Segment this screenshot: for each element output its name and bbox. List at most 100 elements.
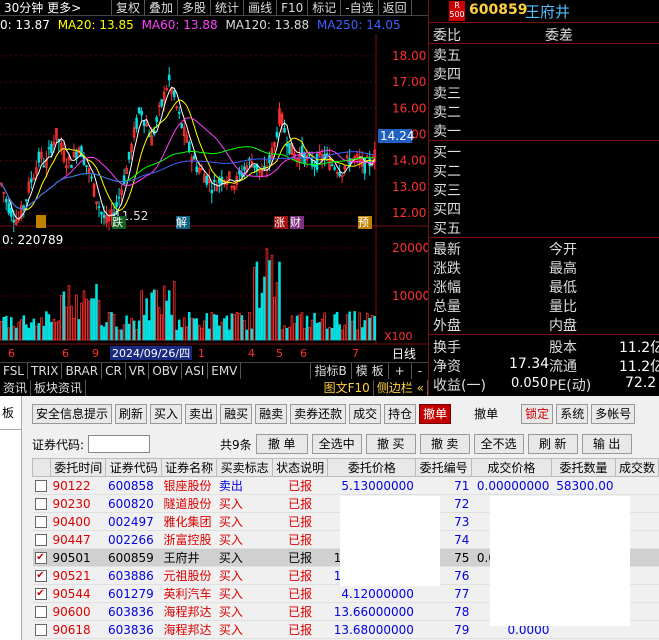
- row-checkbox[interactable]: ✔: [34, 552, 47, 564]
- toolbar-overlay[interactable]: 叠加: [145, 0, 179, 15]
- margin-buy-button[interactable]: 融买: [220, 404, 253, 424]
- tab-f10[interactable]: 图文F10: [321, 380, 374, 396]
- volume-bar: [205, 313, 209, 341]
- security-code-input[interactable]: [88, 435, 151, 453]
- checkbox[interactable]: [32, 512, 51, 531]
- header-name[interactable]: 证券名称: [160, 458, 218, 477]
- cancel-order-tab[interactable]: 撤单: [419, 404, 452, 424]
- volume-bar: [225, 315, 229, 341]
- kline-chart[interactable]: 18.0017.0016.0015.0014.0013.0012.00 14.2…: [0, 34, 428, 374]
- row-checkbox[interactable]: [34, 534, 47, 546]
- header-check[interactable]: [32, 458, 51, 477]
- checkbox[interactable]: [32, 530, 51, 549]
- event-marker-1[interactable]: [36, 215, 46, 228]
- indicator-brar[interactable]: BRAR: [62, 363, 103, 379]
- quote-low-label: 最低: [549, 280, 577, 296]
- zoom-in-button[interactable]: +: [387, 363, 411, 379]
- cell-price: 5.13000000: [327, 476, 416, 495]
- multi-account-button[interactable]: 多帐号: [591, 404, 636, 424]
- toolbar-adjust[interactable]: 复权: [112, 0, 146, 15]
- toolbar-draw[interactable]: 画线: [244, 0, 278, 15]
- header-deal-qty[interactable]: 成交数: [615, 458, 659, 477]
- header-code[interactable]: 证券代码: [105, 458, 162, 477]
- candle-body: [205, 175, 209, 185]
- indicator-obv[interactable]: OBV: [149, 363, 182, 379]
- toolbar-multi[interactable]: 多股: [178, 0, 212, 15]
- row-checkbox[interactable]: [34, 498, 47, 510]
- row-checkbox[interactable]: [34, 516, 47, 528]
- checkbox[interactable]: ✔: [32, 566, 51, 585]
- event-marker-die[interactable]: 跌: [112, 215, 123, 229]
- template-button[interactable]: 模 板: [350, 363, 388, 379]
- candle-body: [100, 212, 103, 215]
- checkbox[interactable]: [32, 620, 51, 639]
- row-checkbox[interactable]: ✔: [34, 570, 47, 582]
- row-checkbox[interactable]: [34, 480, 47, 492]
- table-row[interactable]: 90122 600858 银座股份 卖出 已报 5.13000000 71 0.0000000…: [32, 476, 659, 495]
- deselect-all-button[interactable]: 全不选: [473, 434, 524, 454]
- checkbox[interactable]: ✔: [32, 584, 51, 603]
- volume-bar: [285, 327, 289, 341]
- header-price[interactable]: 委托价格: [327, 458, 417, 477]
- row-checkbox[interactable]: ✔: [34, 588, 47, 600]
- toolbar-stats[interactable]: 统计: [211, 0, 245, 15]
- header-deal-price[interactable]: 成交价格: [470, 458, 552, 477]
- indicator-b-button[interactable]: 指标B: [309, 363, 351, 379]
- left-tab[interactable]: 板: [0, 396, 21, 430]
- volume-axis-10000: 10000: [392, 289, 428, 303]
- indicator-cr[interactable]: CR: [102, 363, 126, 379]
- header-order-id[interactable]: 委托编号: [415, 458, 472, 477]
- volume-bar: [112, 314, 116, 341]
- tab-sector-news[interactable]: 板块资讯: [31, 380, 87, 396]
- event-marker-jie[interactable]: 解: [176, 215, 187, 229]
- zoom-out-button[interactable]: -: [410, 363, 428, 379]
- event-marker-cai[interactable]: 财: [290, 215, 301, 229]
- period-selector[interactable]: 30分钟 更多>: [0, 0, 112, 15]
- checkbox[interactable]: ✔: [32, 548, 51, 567]
- checkbox[interactable]: [32, 602, 51, 621]
- cancel-sells-button[interactable]: 撤 卖: [419, 434, 470, 454]
- indicator-vr[interactable]: VR: [126, 363, 150, 379]
- buy-button[interactable]: 买入: [150, 404, 183, 424]
- indicator-fsl[interactable]: FSL: [0, 363, 28, 379]
- trades-button[interactable]: 成交: [349, 404, 382, 424]
- indicator-emv[interactable]: EMV: [208, 363, 242, 379]
- row-checkbox[interactable]: [34, 606, 47, 618]
- header-time[interactable]: 委托时间: [49, 458, 107, 477]
- volume-bar: [265, 248, 269, 341]
- row-checkbox[interactable]: [34, 624, 47, 636]
- sell-repay-button[interactable]: 卖券还款: [290, 404, 347, 424]
- toolbar-mark[interactable]: 标记: [308, 0, 342, 15]
- security-info-button[interactable]: 安全信息提示: [32, 404, 113, 424]
- checkbox[interactable]: [32, 494, 51, 513]
- tab-sidebar[interactable]: 侧边栏 «: [374, 380, 428, 396]
- header-side[interactable]: 买卖标志: [216, 458, 273, 477]
- header-status[interactable]: 状态说明: [271, 458, 329, 477]
- header-qty[interactable]: 委托数量: [550, 458, 617, 477]
- margin-sell-button[interactable]: 融卖: [255, 404, 288, 424]
- indicator-trix[interactable]: TRIX: [28, 363, 63, 379]
- cancel-button[interactable]: 撤 单: [255, 434, 308, 454]
- volume-bar: [50, 321, 53, 341]
- sell-button[interactable]: 卖出: [185, 404, 218, 424]
- tab-news[interactable]: 资讯: [0, 380, 32, 396]
- select-all-button[interactable]: 全选中: [311, 434, 362, 454]
- system-button[interactable]: 系统: [556, 404, 589, 424]
- toolbar-watchlist[interactable]: -自选: [341, 0, 379, 15]
- cycle-label[interactable]: 日线: [392, 347, 416, 361]
- cancel-buys-button[interactable]: 撤 买: [365, 434, 416, 454]
- date-tick-5: 1: [198, 347, 205, 360]
- positions-button[interactable]: 持仓: [384, 404, 417, 424]
- event-marker-zhang[interactable]: 涨: [274, 216, 285, 229]
- cell-name: 元祖股份: [161, 566, 217, 585]
- event-marker-yu[interactable]: 预: [358, 216, 369, 229]
- lock-button[interactable]: 锁定: [521, 404, 554, 424]
- refresh-list-button[interactable]: 刷 新: [527, 434, 578, 454]
- volume-bar: [228, 329, 231, 341]
- toolbar-back[interactable]: 返回: [379, 0, 412, 15]
- refresh-button[interactable]: 刷新: [115, 404, 148, 424]
- checkbox[interactable]: [32, 476, 51, 495]
- export-button[interactable]: 输 出: [581, 434, 632, 454]
- toolbar-f10[interactable]: F10: [277, 0, 309, 15]
- indicator-asi[interactable]: ASI: [182, 363, 209, 379]
